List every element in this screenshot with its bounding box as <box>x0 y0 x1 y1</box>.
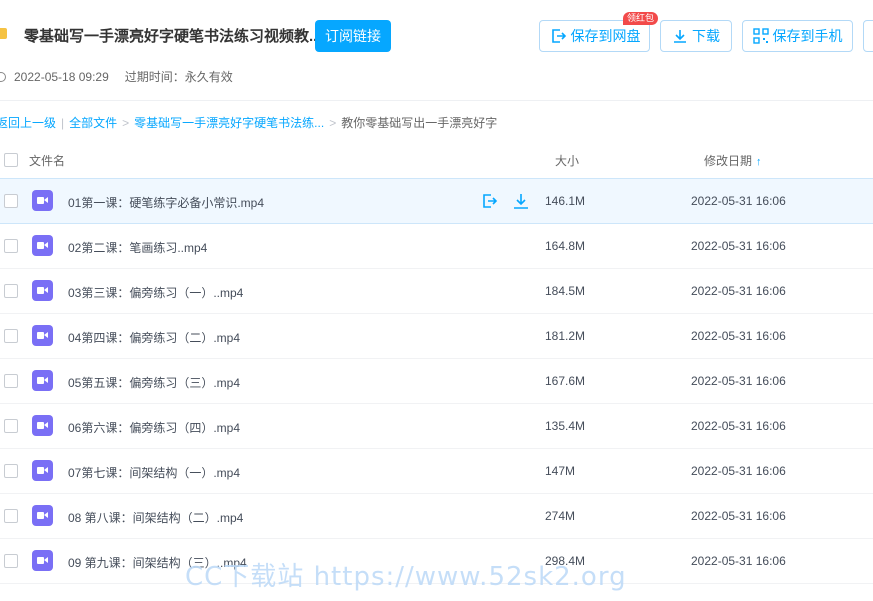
qrcode-icon <box>752 28 769 44</box>
file-name[interactable]: 05第五课：偏旁练习（三）.mp4 <box>68 374 240 391</box>
file-date: 2022-05-31 16:06 <box>691 194 786 208</box>
file-size: 274M <box>545 509 576 523</box>
expire-time: 过期时间：永久有效 <box>124 70 233 84</box>
file-row[interactable]: 04第四课：偏旁练习（二）.mp4 181.2M 2022-05-31 16:0… <box>0 314 873 359</box>
file-row[interactable]: 07第七课：间架结构（一）.mp4 147M 2022-05-31 16:06 <box>0 449 873 494</box>
save-disk-icon[interactable] <box>480 192 498 210</box>
row-checkbox[interactable] <box>4 194 18 208</box>
file-row[interactable]: 01第一课：硬笔练字必备小常识.mp4 146.1M 2022-05-31 16… <box>0 178 873 224</box>
breadcrumb-current: 教你零基础写出一手漂亮好字 <box>341 116 498 130</box>
file-name[interactable]: 03第三课：偏旁练习（一）..mp4 <box>68 284 243 301</box>
file-size: 147M <box>545 464 576 478</box>
video-file-icon <box>32 550 53 571</box>
row-checkbox[interactable] <box>4 374 18 388</box>
video-file-icon <box>32 415 53 436</box>
breadcrumb-back[interactable]: 返回上一级 <box>0 114 56 131</box>
save-to-phone-label: 保存到手机 <box>772 28 843 44</box>
file-size: 181.2M <box>545 329 586 343</box>
row-checkbox[interactable] <box>4 239 18 253</box>
save-to-disk-label: 保存到网盘 <box>570 28 641 44</box>
file-table-header: 文件名 大小 修改日期 ↑ <box>0 140 873 178</box>
row-checkbox[interactable] <box>4 464 18 478</box>
column-header-date-label: 修改日期 <box>704 154 753 168</box>
breadcrumb-separator: > <box>122 115 130 130</box>
column-header-name[interactable]: 文件名 <box>29 152 65 169</box>
file-row[interactable]: 02第二课：笔画练习..mp4 164.8M 2022-05-31 16:06 <box>0 224 873 269</box>
row-checkbox[interactable] <box>4 419 18 433</box>
breadcrumb-folder[interactable]: 零基础写一手漂亮好字硬笔书法练... <box>134 114 324 131</box>
video-file-icon <box>32 325 53 346</box>
sort-ascending-icon: ↑ <box>756 156 762 168</box>
row-checkbox[interactable] <box>4 329 18 343</box>
red-packet-badge: 领红包 <box>623 12 659 25</box>
breadcrumb-all-files[interactable]: 全部文件 <box>69 114 117 131</box>
save-to-phone-button[interactable]: 保存到手机 <box>742 20 853 52</box>
file-size: 146.1M <box>545 194 586 208</box>
file-date: 2022-05-31 16:06 <box>691 419 786 433</box>
file-date: 2022-05-31 16:06 <box>691 509 786 523</box>
site-watermark: CC下载站 https://www.52sk2.org <box>185 562 627 592</box>
file-size: 184.5M <box>545 284 586 298</box>
clock-icon <box>0 71 6 82</box>
file-name[interactable]: 08 第八课：间架结构（二）.mp4 <box>68 509 243 526</box>
column-header-date[interactable]: 修改日期 ↑ <box>704 152 762 169</box>
video-file-icon <box>32 280 53 301</box>
file-date: 2022-05-31 16:06 <box>691 554 786 568</box>
video-file-icon <box>32 190 53 211</box>
share-meta: 2022-05-18 09:29 过期时间：永久有效 <box>0 68 233 85</box>
file-row[interactable]: 03第三课：偏旁练习（一）..mp4 184.5M 2022-05-31 16:… <box>0 269 873 314</box>
file-row[interactable]: 06第六课：偏旁练习（四）.mp4 135.4M 2022-05-31 16:0… <box>0 404 873 449</box>
file-row[interactable]: 08 第八课：间架结构（二）.mp4 274M 2022-05-31 16:06 <box>0 494 873 539</box>
file-name[interactable]: 04第四课：偏旁练习（二）.mp4 <box>68 329 240 346</box>
header-divider <box>0 100 873 101</box>
file-date: 2022-05-31 16:06 <box>691 374 786 388</box>
column-header-size[interactable]: 大小 <box>555 152 579 169</box>
select-all-checkbox[interactable] <box>4 153 18 167</box>
row-checkbox[interactable] <box>4 509 18 523</box>
save-disk-icon <box>551 29 566 43</box>
breadcrumb-separator: | <box>61 115 65 130</box>
share-title: 零基础写一手漂亮好字硬笔书法练习视频教... <box>24 28 322 45</box>
share-header: 零基础写一手漂亮好字硬笔书法练习视频教... 订阅链接 2022-05-18 0… <box>0 0 873 100</box>
file-list: 01第一课：硬笔练字必备小常识.mp4 146.1M 2022-05-31 16… <box>0 178 873 584</box>
row-checkbox[interactable] <box>4 554 18 568</box>
breadcrumb: 返回上一级 | 全部文件 > 零基础写一手漂亮好字硬笔书法练... > 教你零基… <box>0 114 497 131</box>
breadcrumb-separator: > <box>329 115 337 130</box>
video-file-icon <box>32 235 53 256</box>
folder-icon <box>0 28 7 39</box>
video-file-icon <box>32 370 53 391</box>
video-file-icon <box>32 505 53 526</box>
file-size: 164.8M <box>545 239 586 253</box>
file-name[interactable]: 02第二课：笔画练习..mp4 <box>68 239 207 256</box>
file-name[interactable]: 06第六课：偏旁练习（四）.mp4 <box>68 419 240 436</box>
file-size: 135.4M <box>545 419 586 433</box>
file-date: 2022-05-31 16:06 <box>691 284 786 298</box>
file-name[interactable]: 01第一课：硬笔练字必备小常识.mp4 <box>68 194 264 211</box>
download-icon <box>674 30 686 43</box>
download-icon[interactable] <box>512 192 530 210</box>
file-size: 167.6M <box>545 374 586 388</box>
download-button[interactable]: 下载 <box>660 20 732 52</box>
file-date: 2022-05-31 16:06 <box>691 239 786 253</box>
row-checkbox[interactable] <box>4 284 18 298</box>
file-row[interactable]: 05第五课：偏旁练习（三）.mp4 167.6M 2022-05-31 16:0… <box>0 359 873 404</box>
video-file-icon <box>32 460 53 481</box>
file-date: 2022-05-31 16:06 <box>691 329 786 343</box>
created-time: 2022-05-18 09:29 <box>14 69 109 84</box>
file-date: 2022-05-31 16:06 <box>691 464 786 478</box>
subscribe-button[interactable]: 订阅链接 <box>315 20 391 52</box>
download-label: 下载 <box>692 28 720 44</box>
file-name[interactable]: 07第七课：间架结构（一）.mp4 <box>68 464 240 481</box>
more-button[interactable] <box>863 20 873 52</box>
